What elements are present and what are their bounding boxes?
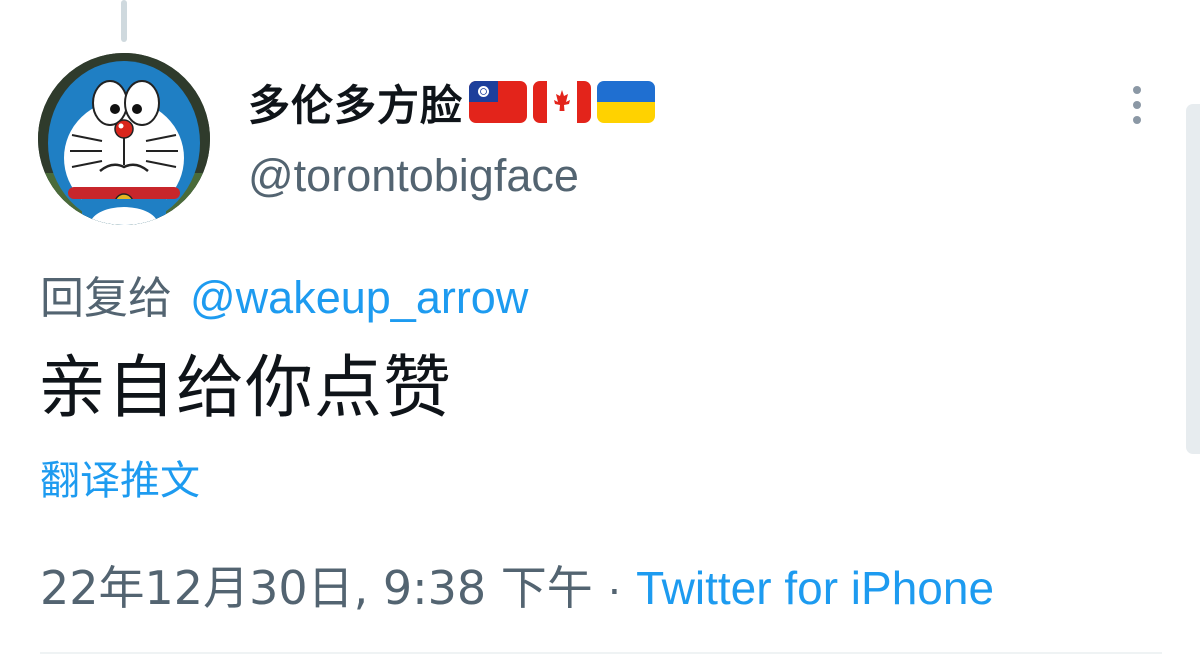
tweet-text: 亲自给你点赞 — [38, 349, 453, 428]
metadata-separator: · — [606, 562, 623, 614]
scrollbar[interactable] — [1186, 104, 1200, 454]
reply-to-mention-link[interactable]: @wakeup_arrow — [190, 272, 528, 324]
author-handle[interactable]: @torontobigface — [248, 150, 579, 202]
reply-context: 回复给 @wakeup_arrow — [40, 262, 528, 326]
doraemon-avatar-icon — [38, 53, 210, 225]
tweet-metadata: 22年12月30日, 9:38 下午 · Twitter for iPhone — [40, 552, 994, 618]
translate-tweet-link[interactable]: 翻译推文 — [40, 448, 200, 506]
thread-connector-line — [121, 0, 127, 42]
author-display-name[interactable]: 多伦多方脸 — [248, 72, 463, 133]
tweet-source-link[interactable]: Twitter for iPhone — [636, 561, 994, 615]
author-name-row[interactable]: 多伦多方脸 — [248, 72, 656, 133]
avatar[interactable] — [38, 53, 210, 225]
divider — [40, 652, 1162, 654]
tweet-detail: 多伦多方脸 @torontobigface 回复给 @wakeup_arrow … — [0, 0, 1200, 656]
canada-flag-icon — [533, 81, 592, 123]
tweet-timestamp[interactable]: 22年12月30日, 9:38 下午 — [40, 552, 593, 618]
taiwan-flag-icon — [469, 81, 528, 123]
more-vertical-icon[interactable] — [1126, 84, 1148, 126]
ukraine-flag-icon — [597, 81, 656, 123]
reply-prefix-label: 回复给 — [40, 273, 172, 324]
